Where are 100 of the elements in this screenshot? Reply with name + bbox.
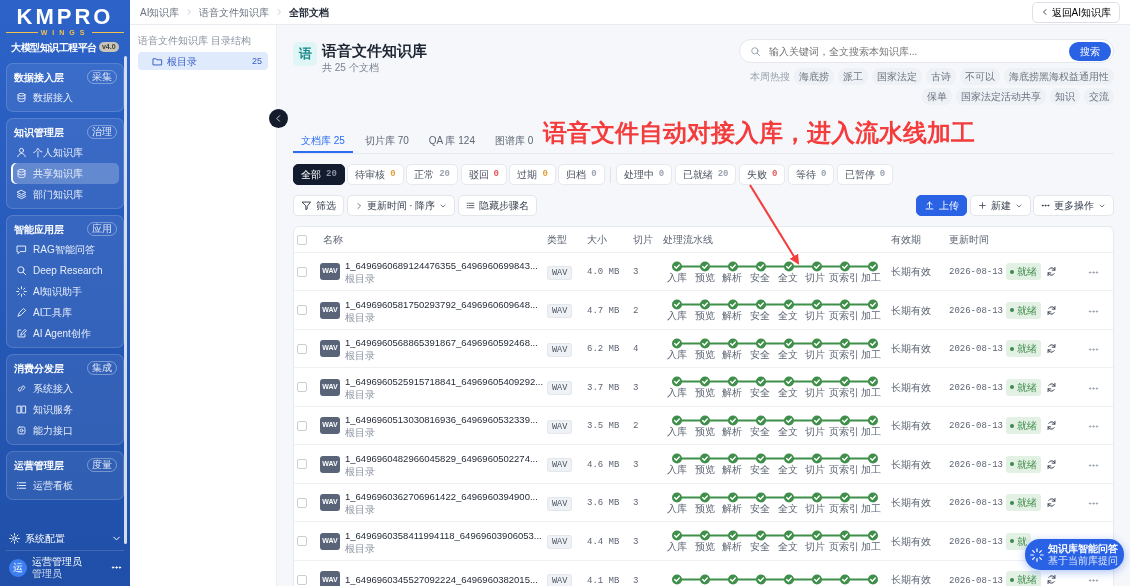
step-label: 安全 xyxy=(749,310,771,322)
doc-count: 共 25 个文档 xyxy=(322,60,380,75)
hot-tag[interactable]: 保单 xyxy=(922,88,952,106)
hot-tag[interactable]: 古诗 xyxy=(926,68,956,86)
step-label: 安全 xyxy=(749,541,771,553)
status-badge: 就绪 xyxy=(1006,494,1041,512)
sidebar-item[interactable]: 能力接口 xyxy=(11,420,119,441)
search-field[interactable]: 输入关键词，全文搜索本知识库... 搜索 xyxy=(739,39,1114,64)
select-all-checkbox[interactable] xyxy=(297,234,307,245)
table-cell: 2026-08-13 xyxy=(949,305,1003,316)
scrollbar[interactable] xyxy=(124,56,127,544)
filter-chip[interactable]: 已就绪 20 xyxy=(674,164,737,186)
row-checkbox[interactable] xyxy=(297,497,307,508)
filter-chip[interactable]: 已暂停 0 xyxy=(836,164,894,186)
sidebar-item[interactable]: AI知识助手 xyxy=(11,281,119,302)
filter-chip[interactable]: 驳回 0 xyxy=(460,164,507,186)
sidebar-item[interactable]: 个人知识库 xyxy=(11,142,119,163)
column-header: 名称 xyxy=(323,233,343,245)
hot-tag[interactable]: 海底捞 xyxy=(794,68,834,86)
step-label: 解析 xyxy=(721,310,744,322)
hot-tag[interactable]: 交流 xyxy=(1084,88,1114,106)
hot-tag[interactable]: 海底捞黑海权益通用性 xyxy=(1004,68,1114,86)
breadcrumb-item[interactable]: AI知识库 xyxy=(140,4,180,20)
filter-chip[interactable]: 待审核 0 xyxy=(347,164,404,186)
column-header: 更新时间 xyxy=(949,233,989,245)
sidebar-item[interactable]: 数据接入 xyxy=(11,87,119,108)
row-checkbox[interactable] xyxy=(297,382,307,393)
column-header: 有效期 xyxy=(891,233,921,245)
filter-chip[interactable]: 失败 0 xyxy=(738,164,786,186)
new-button[interactable]: 新建 xyxy=(969,195,1031,217)
hot-tag[interactable]: 国家法定活动共享 xyxy=(956,88,1046,106)
sidebar-item[interactable]: Deep Research xyxy=(11,260,119,281)
filter-chip[interactable]: 过期 0 xyxy=(509,164,556,186)
file-name[interactable]: 1_6496960345527092224_6496960382015... xyxy=(345,572,538,586)
search-icon xyxy=(16,265,27,276)
layers-icon xyxy=(16,189,27,200)
file-name[interactable]: 1_6496960525915718841_64969605409292... xyxy=(345,374,541,389)
upload-icon xyxy=(924,200,935,212)
filter-button[interactable]: 筛选 xyxy=(293,195,344,217)
upload-button[interactable]: 上传 xyxy=(916,195,967,217)
hot-tag[interactable]: 知识 xyxy=(1050,88,1080,106)
sidebar-item[interactable]: 系统接入 xyxy=(11,378,119,399)
filter-chip[interactable]: 归档 0 xyxy=(558,164,605,186)
back-button[interactable]: 返回AI知识库 xyxy=(1032,1,1120,23)
breadcrumb-item[interactable]: 语音文件知识库 xyxy=(199,4,270,20)
filter-chip[interactable]: 等待 0 xyxy=(787,164,835,186)
filter-chip[interactable]: 处理中 0 xyxy=(615,164,673,186)
row-checkbox[interactable] xyxy=(297,459,307,470)
table-cell: 长期有效 xyxy=(891,343,931,355)
tree-item[interactable]: 根目录 25 xyxy=(138,52,268,71)
search-button[interactable]: 搜索 xyxy=(1069,41,1111,61)
row-checkbox[interactable] xyxy=(297,266,307,277)
table-cell: 6.2 MB xyxy=(587,344,620,355)
table-cell: 2 xyxy=(633,305,639,316)
hot-tag[interactable]: 派工 xyxy=(838,68,868,86)
user-avatar[interactable]: 运 xyxy=(8,558,27,577)
sort-dropdown[interactable]: 更新时间 · 降序 xyxy=(346,195,456,217)
tab[interactable]: QA 库 124 xyxy=(420,128,483,154)
step-label: 切片 xyxy=(804,464,827,476)
sidebar-item[interactable]: AI Agent创作 xyxy=(11,323,119,344)
hot-tag[interactable]: 国家法定 xyxy=(872,68,922,86)
tab[interactable]: 图谱库 0 xyxy=(486,128,542,154)
step-label: 页索引 xyxy=(829,541,858,553)
row-checkbox[interactable] xyxy=(297,420,307,431)
more-actions-button[interactable]: 更多操作 xyxy=(1033,195,1114,217)
hot-tag[interactable]: 不可以 xyxy=(960,68,1000,86)
sidebar-item[interactable]: 运营看板 xyxy=(11,475,119,496)
settings-item[interactable]: 系统配置 xyxy=(6,526,124,550)
file-name[interactable]: 1_6496960513030816936_6496960532339... xyxy=(345,413,538,428)
file-name[interactable]: 1_6496960362706961422_6496960394900... xyxy=(345,490,538,505)
file-name[interactable]: 1_6496960358411994118_64969603906053... xyxy=(345,528,541,543)
file-name[interactable]: 1_6496960482966045829_6496960502274... xyxy=(345,451,538,466)
row-checkbox[interactable] xyxy=(297,343,307,354)
row-checkbox[interactable] xyxy=(297,574,307,585)
file-name[interactable]: 1_6496960568865391867_6496960592468... xyxy=(345,336,538,351)
step-label: 加工 xyxy=(860,425,883,437)
step-label: 页索引 xyxy=(829,425,858,437)
file-name[interactable]: 1_6496960581750293792_6496960609648... xyxy=(345,297,538,312)
sidebar-item[interactable]: 共享知识库 xyxy=(11,163,119,184)
table-cell: 3 xyxy=(633,382,639,393)
sidebar-item[interactable]: RAG智能问答 xyxy=(11,239,119,260)
file-name[interactable]: 1_6496960689124476355_6496960699843... xyxy=(345,259,538,274)
user-role: 管理员 xyxy=(31,567,63,580)
step-label: 加工 xyxy=(860,310,883,322)
row-checkbox[interactable] xyxy=(297,536,307,547)
status-badge: 就绪 xyxy=(1006,455,1041,473)
sidebar-item[interactable]: 部门知识库 xyxy=(11,184,119,205)
row-checkbox[interactable] xyxy=(297,305,307,316)
table-cell: 2026-08-13 xyxy=(949,421,1003,432)
sidebar-item[interactable]: AI工具库 xyxy=(11,302,119,323)
filter-chip[interactable]: 正常 20 xyxy=(406,164,459,186)
step-label: 加工 xyxy=(860,271,883,283)
plus-icon xyxy=(977,201,987,211)
sidebar-item[interactable]: 知识服务 xyxy=(11,399,119,420)
hide-steps-button[interactable]: 隐藏步骤名 xyxy=(457,195,537,217)
tab[interactable]: 文档库 25 xyxy=(293,128,353,154)
table-cell: 3 xyxy=(633,498,639,509)
tab[interactable]: 切片库 70 xyxy=(356,128,417,154)
status-badge: 就绪 xyxy=(1006,417,1041,435)
filter-chip[interactable]: 全部 20 xyxy=(293,164,345,186)
